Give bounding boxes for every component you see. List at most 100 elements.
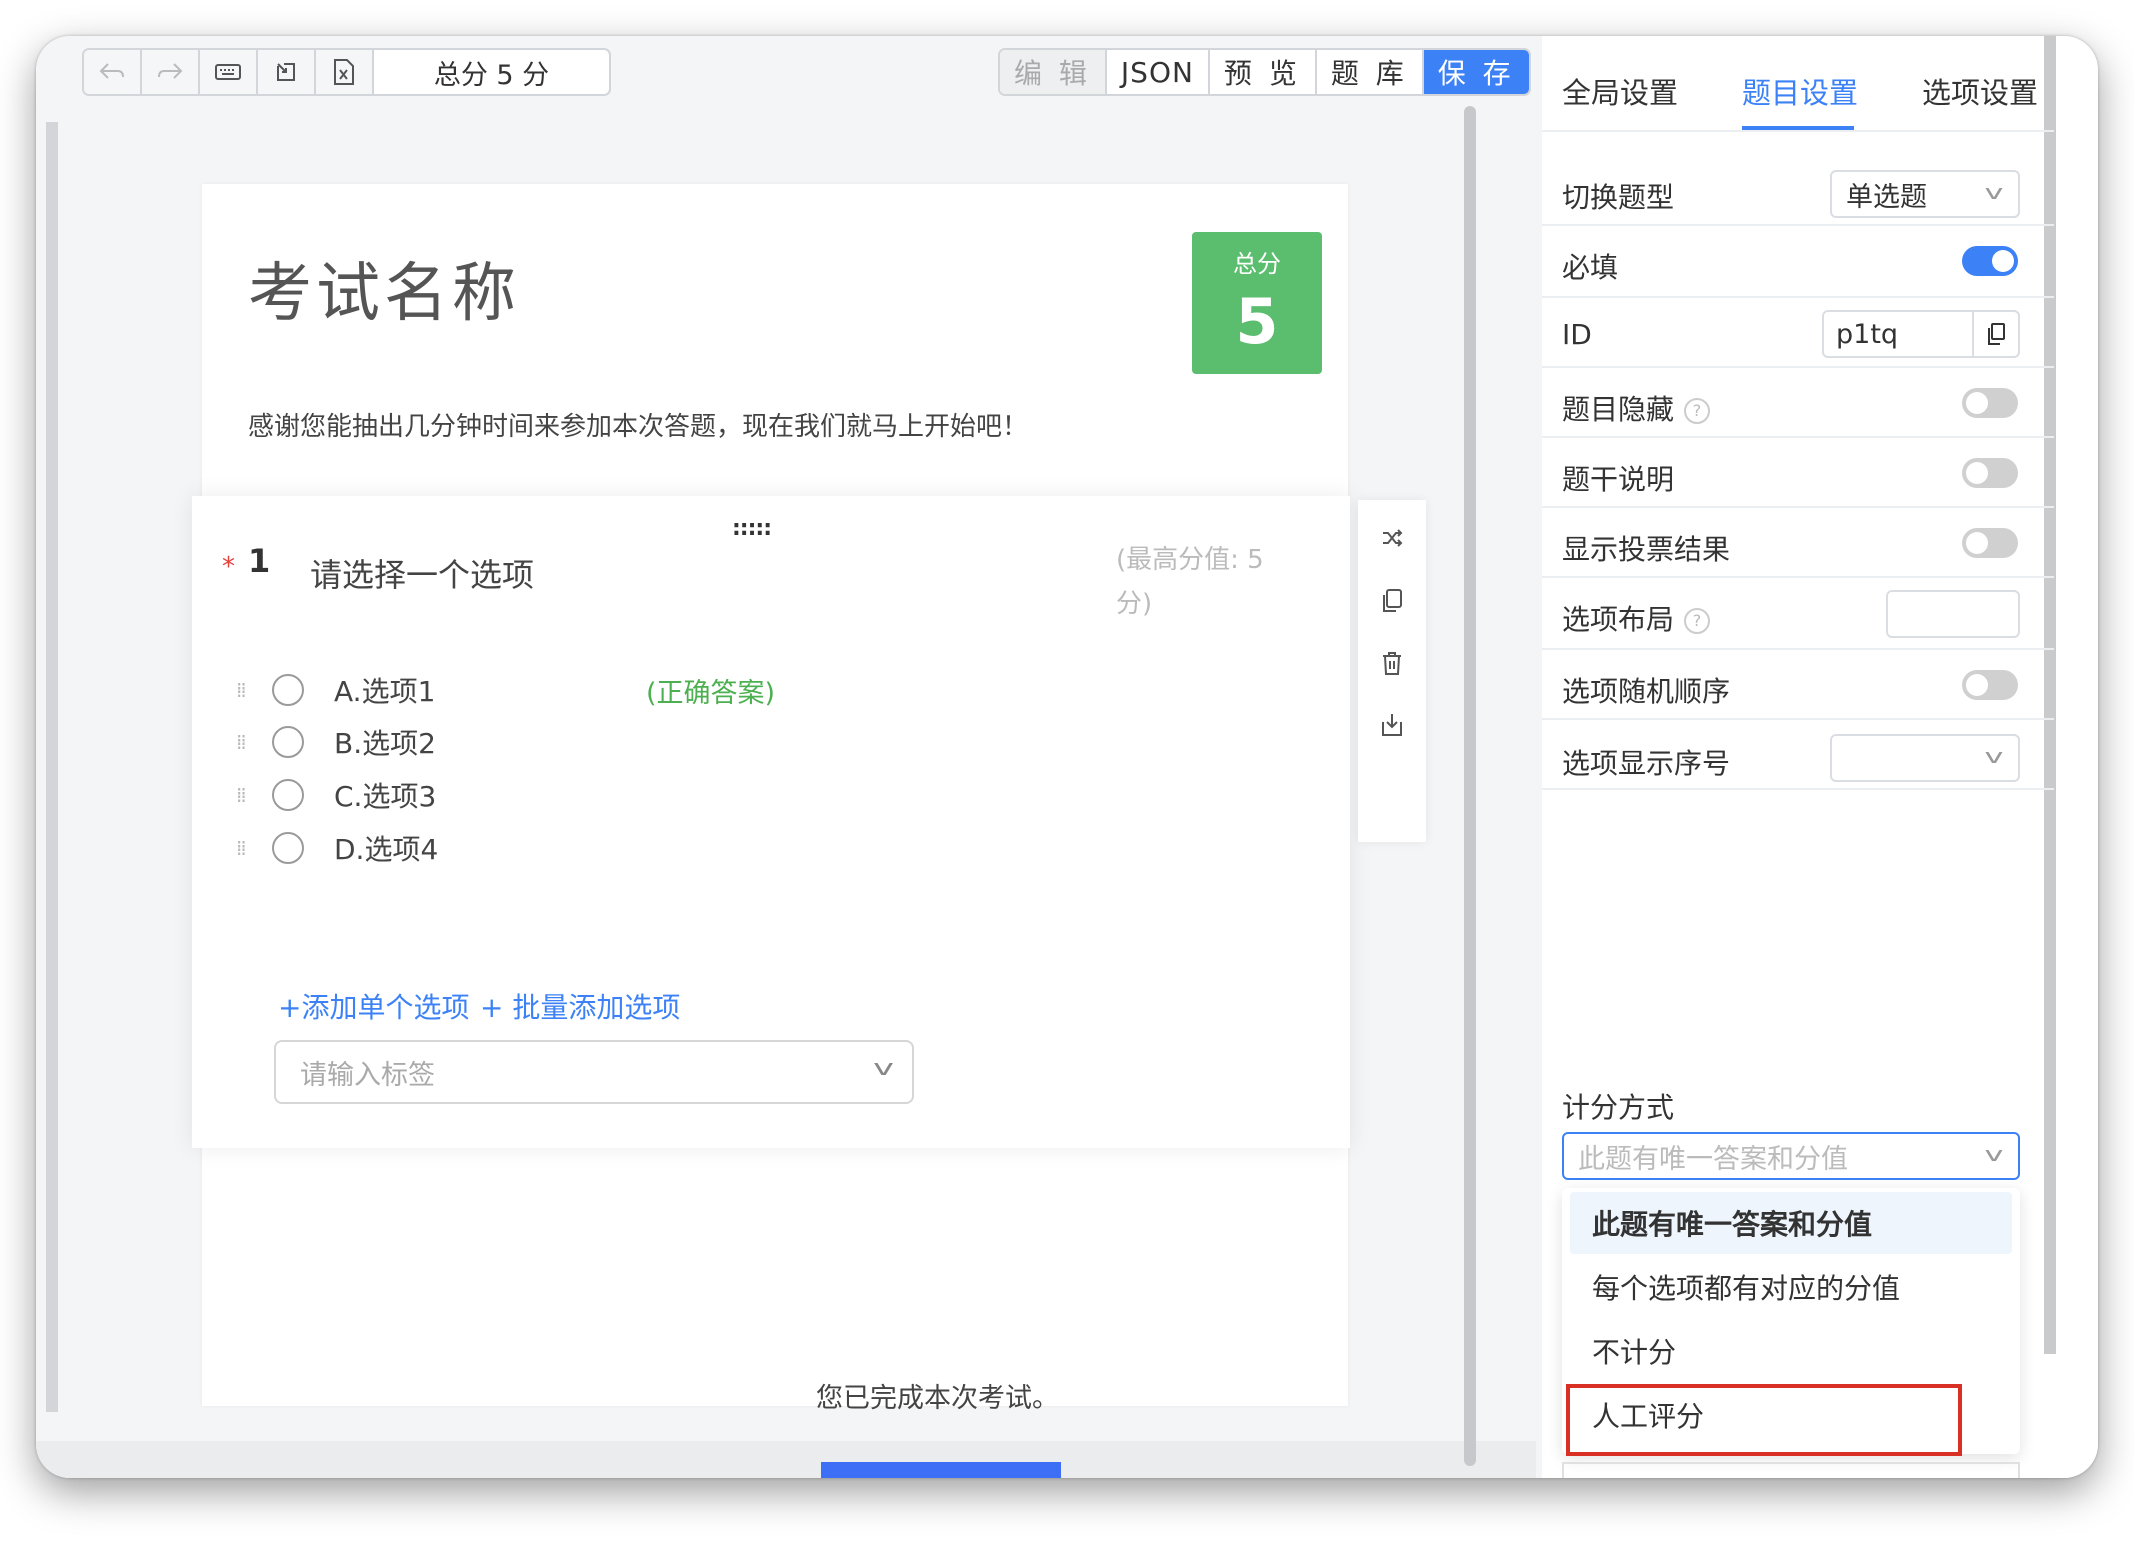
option-row[interactable]: ⁞⁞ B.选项2 bbox=[236, 722, 436, 762]
tab-question-settings[interactable]: 题目设置 bbox=[1742, 70, 1858, 112]
copy-icon[interactable] bbox=[1972, 312, 2018, 356]
option-row[interactable]: ⁞⁞ C.选项3 bbox=[236, 775, 436, 815]
vote-result-toggle[interactable] bbox=[1962, 528, 2018, 558]
dropdown-option[interactable]: 每个选项都有对应的分值 bbox=[1570, 1256, 2012, 1318]
id-field[interactable]: p1tq bbox=[1822, 310, 2020, 358]
exam-title[interactable]: 考试名称 bbox=[248, 242, 520, 334]
editor-scrollbar[interactable] bbox=[1464, 106, 1476, 1466]
scoring-method-label: 计分方式 bbox=[1562, 1091, 1675, 1124]
active-tab-indicator bbox=[1742, 126, 1854, 130]
keyboard-icon[interactable] bbox=[200, 50, 258, 94]
finish-text[interactable]: 您已完成本次考试。 bbox=[816, 1376, 1059, 1415]
question-number: 1 bbox=[248, 542, 271, 580]
option-label[interactable]: A.选项1 bbox=[334, 670, 435, 710]
required-toggle[interactable] bbox=[1962, 246, 2018, 276]
row-switch-type: 切换题型 单选题 v bbox=[1542, 132, 2054, 226]
batch-add-options-link[interactable]: + 批量添加选项 bbox=[480, 986, 680, 1026]
scoring-method-select[interactable]: 此题有唯一答案和分值 v bbox=[1562, 1132, 2020, 1180]
drag-grip-icon[interactable]: ⁞⁞ bbox=[236, 680, 252, 700]
excel-icon[interactable] bbox=[316, 50, 374, 94]
import-icon[interactable] bbox=[258, 50, 316, 94]
option-layout-input[interactable] bbox=[1886, 590, 2020, 638]
shuffle-icon[interactable] bbox=[1358, 526, 1426, 557]
option-label[interactable]: D.选项4 bbox=[334, 828, 438, 868]
submit-button[interactable]: 提交 bbox=[821, 1462, 1061, 1478]
tag-select[interactable]: 请输入标签 v bbox=[274, 1040, 914, 1104]
save-button[interactable]: 保 存 bbox=[1423, 50, 1529, 94]
max-score-note: (最高分值: 5 分) bbox=[1116, 545, 1264, 619]
question-side-tools bbox=[1358, 500, 1426, 842]
stem-description-label: 题干说明 bbox=[1562, 463, 1675, 496]
drag-grip-icon[interactable]: ⁞⁞ bbox=[236, 838, 252, 858]
hide-question-toggle[interactable] bbox=[1962, 388, 2018, 418]
switch-type-label: 切换题型 bbox=[1562, 181, 1675, 214]
settings-panel: 全局设置 题目设置 选项设置 切换题型 单选题 v 必填 ID p1tq 题目隐… bbox=[1542, 36, 2098, 1478]
help-icon[interactable]: ? bbox=[1684, 398, 1711, 424]
chevron-down-icon: v bbox=[1984, 744, 2004, 768]
option-label[interactable]: C.选项3 bbox=[334, 775, 436, 815]
row-id: ID p1tq bbox=[1542, 298, 2054, 368]
editor-area: 总分 5 分 编 辑 JSON 预 览 题 库 保 存 考试名称 总分 5 感谢… bbox=[36, 36, 1536, 1478]
row-hide-question: 题目隐藏? bbox=[1542, 368, 2054, 438]
radio-button[interactable] bbox=[272, 779, 304, 811]
chevron-down-icon: v bbox=[1984, 180, 2004, 204]
toolbar-left: 总分 5 分 bbox=[82, 48, 611, 96]
save-to-bank-icon[interactable] bbox=[1358, 712, 1426, 745]
add-single-option-link[interactable]: +添加单个选项 bbox=[278, 986, 469, 1026]
option-sequence-label: 选项显示序号 bbox=[1562, 747, 1731, 780]
edit-button[interactable]: 编 辑 bbox=[1000, 50, 1107, 94]
stem-description-toggle[interactable] bbox=[1962, 458, 2018, 488]
required-mark: * bbox=[222, 552, 235, 582]
redo-icon[interactable] bbox=[142, 50, 200, 94]
total-score-label: 总分 bbox=[1233, 250, 1281, 278]
tab-global-settings[interactable]: 全局设置 bbox=[1562, 70, 1678, 112]
option-row[interactable]: ⁞⁞ A.选项1 (正确答案) bbox=[236, 670, 775, 710]
drag-grip-icon[interactable]: ⁞⁞ bbox=[236, 732, 252, 752]
total-score-value: 5 bbox=[1235, 285, 1279, 358]
id-value: p1tq bbox=[1836, 318, 1899, 350]
left-scroll-rail bbox=[46, 122, 58, 1412]
question-block[interactable]: ::::: * 1 请选择一个选项 (最高分值: 5 分) ⁞⁞ A.选项1 (… bbox=[192, 496, 1350, 1148]
id-label: ID bbox=[1562, 318, 1592, 351]
scoring-method-dropdown: 此题有唯一答案和分值 每个选项都有对应的分值 不计分 人工评分 bbox=[1562, 1188, 2020, 1456]
exam-description[interactable]: 感谢您能抽出几分钟时间来参加本次答题，现在我们就马上开始吧！ bbox=[248, 406, 1028, 443]
question-type-select[interactable]: 单选题 v bbox=[1830, 170, 2020, 218]
json-button[interactable]: JSON bbox=[1107, 50, 1210, 94]
row-option-layout: 选项布局? bbox=[1542, 578, 2054, 650]
question-drag-handle[interactable]: ::::: bbox=[732, 516, 772, 541]
tag-placeholder: 请输入标签 bbox=[300, 1059, 435, 1091]
scoring-method-placeholder: 此题有唯一答案和分值 bbox=[1578, 1143, 1848, 1175]
hide-question-label: 题目隐藏? bbox=[1562, 388, 1711, 428]
row-stem-description: 题干说明 bbox=[1542, 438, 2054, 508]
delete-icon[interactable] bbox=[1358, 650, 1426, 683]
drag-grip-icon[interactable]: ⁞⁞ bbox=[236, 785, 252, 805]
radio-button[interactable] bbox=[272, 674, 304, 706]
row-vote-result: 显示投票结果 bbox=[1542, 508, 2054, 578]
help-icon[interactable]: ? bbox=[1684, 608, 1711, 634]
app-window: 总分 5 分 编 辑 JSON 预 览 题 库 保 存 考试名称 总分 5 感谢… bbox=[36, 36, 2098, 1478]
preview-button[interactable]: 预 览 bbox=[1210, 50, 1317, 94]
copy-icon[interactable] bbox=[1358, 588, 1426, 621]
dropdown-option[interactable]: 不计分 bbox=[1570, 1320, 2012, 1382]
hide-question-text: 题目隐藏 bbox=[1562, 393, 1675, 426]
dropdown-option[interactable]: 此题有唯一答案和分值 bbox=[1570, 1192, 2012, 1254]
radio-button[interactable] bbox=[272, 832, 304, 864]
question-bank-button[interactable]: 题 库 bbox=[1317, 50, 1424, 94]
option-row[interactable]: ⁞⁞ D.选项4 bbox=[236, 828, 438, 868]
total-score-badge: 总分 5 bbox=[1192, 232, 1322, 374]
row-required: 必填 bbox=[1542, 226, 2054, 298]
option-sequence-select[interactable]: v bbox=[1830, 734, 2020, 782]
toolbar-score: 总分 5 分 bbox=[433, 59, 550, 91]
undo-icon[interactable] bbox=[84, 50, 142, 94]
question-title[interactable]: 请选择一个选项 bbox=[310, 550, 534, 596]
required-label: 必填 bbox=[1562, 251, 1619, 284]
settings-tabs: 全局设置 题目设置 选项设置 bbox=[1542, 36, 2054, 132]
highlight-box bbox=[1566, 1384, 1962, 1456]
option-layout-text: 选项布局 bbox=[1562, 603, 1675, 636]
random-order-toggle[interactable] bbox=[1962, 670, 2018, 700]
tab-option-settings[interactable]: 选项设置 bbox=[1922, 70, 2038, 112]
option-label[interactable]: B.选项2 bbox=[334, 722, 436, 762]
correct-answer-tag: (正确答案) bbox=[646, 677, 776, 709]
radio-button[interactable] bbox=[272, 726, 304, 758]
chevron-down-icon: v bbox=[1984, 1142, 2004, 1166]
